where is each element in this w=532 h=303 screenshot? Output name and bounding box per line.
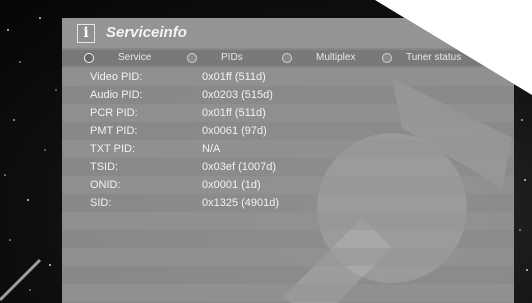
info-key: PCR PID: — [90, 107, 138, 119]
info-value: 0x03ef (1007d) — [202, 161, 276, 173]
info-row-txt-pid: TXT PID: N/A — [62, 140, 514, 158]
dialog-title: Serviceinfo — [106, 24, 187, 41]
info-value: 0x01ff (511d) — [202, 107, 266, 119]
info-key: ONID: — [90, 179, 121, 191]
tab-label: Service — [118, 52, 152, 63]
info-key: TSID: — [90, 161, 119, 173]
empty-row — [62, 266, 514, 284]
info-key: Video PID: — [90, 71, 143, 83]
title-bar: i Serviceinfo — [62, 18, 514, 48]
tab-label: Multiplex — [316, 52, 356, 63]
tab-label: PIDs — [221, 52, 243, 63]
info-key: SID: — [90, 197, 112, 209]
info-value: 0x0001 (1d) — [202, 179, 261, 191]
tv-screen: i Serviceinfo Service PIDs Multiplex Tun… — [0, 0, 532, 303]
empty-row — [62, 212, 514, 230]
empty-row — [62, 284, 514, 302]
info-row-video-pid: Video PID: 0x01ff (511d) — [62, 68, 514, 86]
tab-bar: Service PIDs Multiplex Tuner status — [62, 50, 514, 66]
info-value: 0x1325 (4901d) — [202, 197, 280, 209]
tab-tuner-status[interactable]: Tuner status — [382, 50, 507, 66]
radio-dot-icon — [84, 53, 94, 63]
info-value: 0x01ff (511d) — [202, 71, 266, 83]
radio-dot-icon — [382, 53, 392, 63]
info-value: 0x0203 (515d) — [202, 89, 273, 101]
tab-service[interactable]: Service — [84, 50, 174, 66]
info-row-audio-pid: Audio PID: 0x0203 (515d) — [62, 86, 514, 104]
info-row-sid: SID: 0x1325 (4901d) — [62, 194, 514, 212]
tab-multiplex[interactable]: Multiplex — [282, 50, 377, 66]
info-row-onid: ONID: 0x0001 (1d) — [62, 176, 514, 194]
serviceinfo-dialog: i Serviceinfo Service PIDs Multiplex Tun… — [62, 18, 514, 303]
info-key: TXT PID: — [90, 143, 136, 155]
empty-row — [62, 248, 514, 266]
tab-label: Tuner status — [406, 52, 462, 63]
info-row-pcr-pid: PCR PID: 0x01ff (511d) — [62, 104, 514, 122]
radio-dot-icon — [187, 53, 197, 63]
info-key: PMT PID: — [90, 125, 138, 137]
empty-row — [62, 230, 514, 248]
info-key: Audio PID: — [90, 89, 143, 101]
info-value: N/A — [202, 143, 221, 155]
info-value: 0x0061 (97d) — [202, 125, 267, 137]
info-icon: i — [77, 24, 95, 43]
info-row-tsid: TSID: 0x03ef (1007d) — [62, 158, 514, 176]
tab-pids[interactable]: PIDs — [187, 50, 277, 66]
radio-dot-icon — [282, 53, 292, 63]
info-row-pmt-pid: PMT PID: 0x0061 (97d) — [62, 122, 514, 140]
